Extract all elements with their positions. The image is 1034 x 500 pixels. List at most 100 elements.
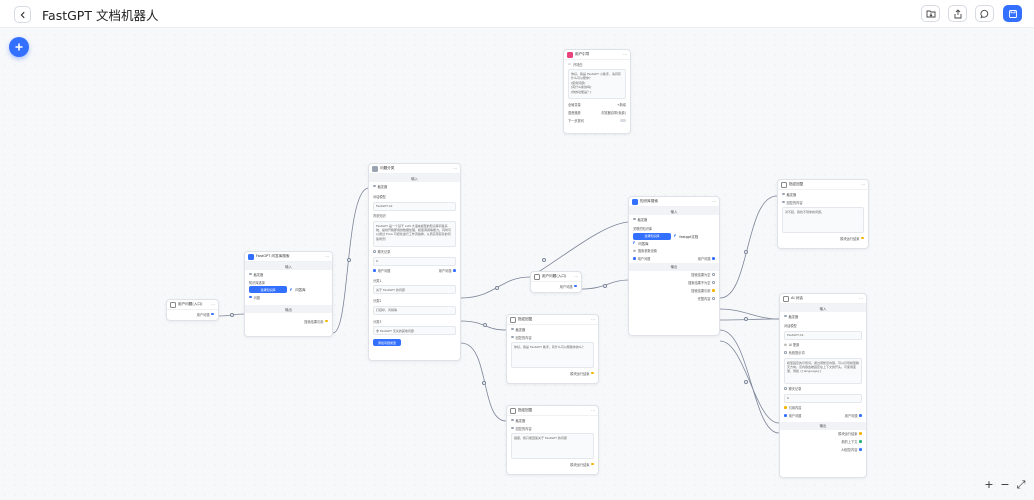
more-icon[interactable]: ··· [591, 317, 595, 322]
history-handle[interactable] [373, 250, 376, 253]
settings-icon: ⚙ [784, 342, 787, 347]
edge-handle[interactable] [495, 286, 499, 290]
output-handle[interactable] [211, 312, 214, 316]
edge-handle[interactable] [542, 258, 546, 262]
more-icon[interactable]: ··· [453, 166, 457, 171]
more-icon[interactable]: ··· [211, 302, 215, 307]
class2-input[interactable]: 打招呼、问候等 [373, 305, 456, 315]
edge-handle[interactable] [483, 323, 487, 327]
question-handle[interactable] [249, 295, 252, 299]
tts-select[interactable]: 浏览器自带(免费) [601, 110, 626, 115]
prompt-handle[interactable] [784, 351, 787, 354]
output-row: 模块运行结束 [507, 369, 598, 377]
reply-content[interactable]: 你好，我是 FastGPT 助手，有什么可以帮助你的么？ [511, 342, 594, 368]
node-user-question-entry[interactable]: 用户问题(入口) ··· 用户问题 [166, 299, 219, 321]
node-reply-2[interactable]: 指定回复 ··· 触发器 回复的内容 抱歉，我只能回答关于 FastGPT 的问题… [506, 405, 599, 475]
select-kb-button[interactable]: 选择知识库 [249, 286, 287, 293]
question-out-handle[interactable] [453, 269, 456, 272]
node-title: 指定回复 [518, 317, 533, 321]
more-icon[interactable]: ··· [325, 254, 329, 259]
more-icon[interactable]: ··· [591, 408, 595, 413]
input-section: 输入 [780, 304, 866, 312]
fit-view-button[interactable]: ⤢ [1016, 478, 1026, 492]
question-handle[interactable] [373, 269, 376, 272]
output-answer: AI回复内容 [780, 446, 866, 454]
output-handle[interactable] [712, 289, 715, 292]
quote-handle[interactable] [784, 406, 787, 409]
output-handle[interactable] [712, 273, 715, 276]
model-select[interactable]: FastGPT-4k [784, 330, 862, 340]
edge-handle[interactable] [347, 258, 351, 262]
question-handle[interactable] [633, 257, 636, 260]
node-user-guide[interactable]: 用户引导 ··· ▭ 开场白 你好，我是 FastGPT 小助手，请问有什么可以帮你… [563, 49, 631, 134]
node-reply-1[interactable]: 指定回复 ··· 触发器 回复的内容 你好，我是 FastGPT 助手，有什么可以… [506, 314, 599, 384]
greeting-textarea[interactable]: 你好，我是 FastGPT 小助手，请问有什么可以帮你？ [使用问题] [有什么… [568, 69, 626, 99]
history-handle[interactable] [784, 387, 787, 390]
trigger-handle[interactable] [373, 184, 376, 188]
more-icon[interactable]: ··· [623, 52, 627, 57]
question-out-handle[interactable] [712, 257, 715, 260]
content-handle[interactable] [511, 335, 514, 339]
edge-kb2-notempty-to-ai [719, 308, 780, 320]
more-icon[interactable]: ··· [712, 199, 716, 204]
output-handle[interactable] [591, 371, 594, 375]
output-handle[interactable] [859, 448, 862, 451]
more-icon[interactable]: ··· [574, 274, 578, 279]
trigger-handle[interactable] [511, 418, 514, 422]
node-title: AI 对话 [791, 296, 803, 300]
node-reply-3[interactable]: 指定回复 ··· 触发器 回复的内容 对不起，我找不到你的问题。 模块运行结束 [777, 179, 869, 249]
output-handle[interactable] [574, 284, 577, 288]
history-input[interactable]: 6 [784, 393, 862, 403]
output-handle[interactable] [712, 281, 715, 284]
select-kb-button[interactable]: 选择知识库 [633, 232, 671, 240]
model-select[interactable]: FastGPT-4k [373, 201, 456, 211]
add-class-button[interactable]: 添加问题类型 [373, 339, 401, 346]
node-qa-search[interactable]: FastGPT 问答库搜索 ··· 输入 触发器 知识库选择 选择知识库 F 问答库… [244, 251, 333, 337]
content-handle[interactable] [782, 200, 785, 204]
output-handle[interactable] [712, 297, 715, 300]
zoom-in-button[interactable]: + [984, 478, 994, 492]
trigger-handle[interactable] [511, 327, 514, 331]
content-handle[interactable] [511, 426, 514, 430]
edge-handle[interactable] [744, 380, 748, 384]
node-ai-chat[interactable]: AI 对话 ··· 输入 触发器 对话模型 FastGPT-4k ⚙ AI 配置 系… [779, 293, 867, 478]
more-icon[interactable]: ··· [861, 182, 865, 187]
output-handle[interactable] [325, 319, 328, 323]
output-handle[interactable] [861, 236, 864, 240]
edge-handle[interactable] [744, 250, 748, 254]
zoom-out-button[interactable]: − [1000, 478, 1010, 492]
output-empty: 搜索结果为空 [629, 271, 719, 279]
trigger-handle[interactable] [633, 217, 636, 221]
output-handle[interactable] [859, 440, 862, 443]
edge-handle[interactable] [482, 381, 486, 385]
history-input[interactable]: 6 [373, 256, 456, 266]
toggle-switch[interactable] [620, 118, 626, 122]
bg-textarea[interactable]: FastGPT 是一个基于 LLM 大语言模型的知识库问答系统，提供开箱即用的数… [373, 220, 456, 247]
reply-content[interactable]: 抱歉，我只能回答关于 FastGPT 的问题 [511, 433, 594, 459]
trigger-handle[interactable] [784, 314, 787, 318]
output-handle[interactable] [591, 462, 594, 466]
edge-handle[interactable] [230, 313, 234, 317]
prompt-textarea[interactable]: 模型固定的引导词，通过调整该内容，可以引导模型聊天方向。该内容会被固定在上下文的… [784, 357, 862, 384]
class3-input[interactable]: 非 FastGPT 无关的其他问题 [373, 326, 456, 335]
ai-config-button[interactable]: ⚙ AI 配置 [780, 341, 866, 349]
more-icon[interactable]: ··· [859, 296, 863, 301]
kb-tag: Ffastgpt文档 [674, 234, 699, 239]
class1-input[interactable]: 关于 FastGPT 的问题 [373, 285, 456, 294]
node-user-question-entry-2[interactable]: 用户问题(入口) ··· 用户问题 [530, 271, 582, 293]
node-kb-search[interactable]: 知识库搜索 ··· 输入 触发器 关联的知识库 选择知识库 Ffastgpt文档 … [628, 196, 720, 336]
question-handle[interactable] [784, 414, 787, 417]
trigger-handle[interactable] [782, 192, 785, 196]
edge-handle[interactable] [603, 284, 607, 288]
content-row: 回复的内容 [507, 424, 598, 432]
output-handle[interactable] [859, 432, 862, 435]
search-params-button[interactable]: ⚙ 搜索参数设置 [629, 247, 719, 255]
question-out-handle[interactable] [859, 414, 862, 417]
question-icon [170, 301, 176, 308]
node-question-classifier[interactable]: 问题分类 ··· 输入 触发器 对话模型 FastGPT-4k 背景知识 Fast… [368, 163, 461, 361]
edge-handle[interactable] [744, 317, 748, 321]
user-guide-icon [567, 51, 573, 58]
trigger-handle[interactable] [249, 272, 252, 276]
add-var-button[interactable]: +新增 [617, 102, 626, 107]
reply-content[interactable]: 对不起，我找不到你的问题。 [782, 207, 864, 233]
